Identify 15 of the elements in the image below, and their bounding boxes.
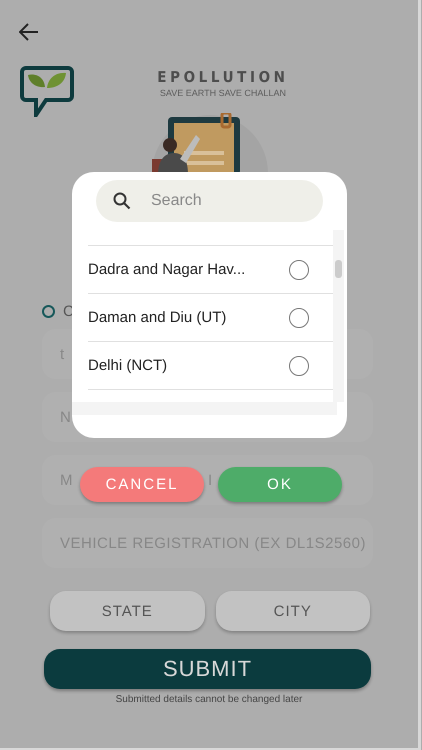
back-arrow-icon[interactable]	[19, 23, 39, 41]
search-icon	[113, 192, 131, 210]
leaf-chat-logo-icon	[20, 65, 74, 117]
submit-button[interactable]: SUBMIT	[44, 649, 371, 689]
horizontal-scrollbar[interactable]	[72, 402, 337, 415]
app-title: EPOLLUTION	[157, 68, 289, 86]
submit-note: Submitted details cannot be changed later	[116, 694, 302, 705]
ok-button[interactable]: OK	[218, 467, 342, 502]
radio-button[interactable]	[42, 304, 55, 318]
picker-button[interactable]: STATE	[50, 591, 204, 631]
search-field[interactable]: Search	[96, 180, 323, 222]
app-tagline: SAVE EARTH SAVE CHALLAN	[160, 88, 286, 98]
scrollbar[interactable]	[333, 230, 344, 402]
cancel-button[interactable]: CANCEL	[80, 467, 204, 502]
picker-button[interactable]: CITY	[216, 591, 370, 631]
